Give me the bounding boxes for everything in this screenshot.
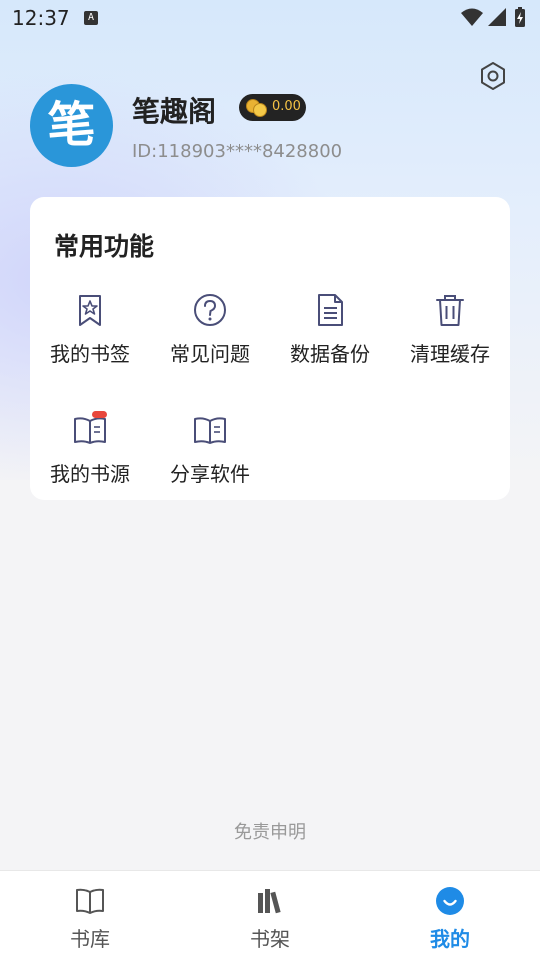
clear-cache-button[interactable]: 清理缓存 (390, 291, 510, 391)
func-label: 我的书签 (50, 342, 130, 366)
open-book-icon (194, 417, 226, 444)
func-label: 我的书源 (50, 462, 130, 486)
wifi-icon (461, 8, 483, 26)
my-bookmarks-button[interactable]: 我的书签 (30, 291, 150, 391)
bottom-nav: 书库 书架 我的 (0, 870, 540, 961)
tab-library[interactable]: 书库 (0, 871, 180, 961)
avatar-logo: 笔 (47, 97, 96, 153)
status-time: 12:37 (12, 6, 70, 30)
status-bar: 12:37 A (0, 0, 540, 36)
tab-label: 书架 (250, 927, 290, 951)
smile-icon (436, 887, 464, 915)
question-circle-icon (194, 294, 226, 326)
signal-icon (488, 8, 506, 26)
document-icon (318, 294, 343, 326)
book-source-icon (74, 411, 107, 444)
bookshelf-icon (258, 889, 281, 914)
share-app-button[interactable]: 分享软件 (150, 411, 270, 511)
coin-badge[interactable]: 0.00 (239, 94, 306, 121)
book-icon (76, 888, 104, 914)
func-label: 清理缓存 (410, 342, 490, 366)
battery-icon (515, 7, 525, 27)
func-label: 分享软件 (170, 462, 250, 486)
common-functions-card: 常用功能 我的书签 常见问题 数据备份 清理缓存 我的书源 分享软件 (30, 197, 510, 500)
coin-amount: 0.00 (272, 99, 301, 114)
trash-icon (436, 295, 464, 326)
bookmark-icon (79, 295, 101, 326)
my-book-sources-button[interactable]: 我的书源 (30, 411, 150, 511)
disclaimer-link[interactable]: 免责申明 (0, 818, 540, 844)
notification-icon: A (84, 11, 98, 25)
username[interactable]: 笔趣阁 (132, 90, 216, 130)
tab-label: 我的 (430, 927, 470, 951)
user-id: ID:118903****8428800 (132, 141, 343, 162)
tab-label: 书库 (70, 927, 110, 951)
faq-button[interactable]: 常见问题 (150, 291, 270, 391)
tab-bookshelf[interactable]: 书架 (180, 871, 360, 961)
status-icons (461, 7, 525, 27)
settings-icon[interactable] (478, 61, 508, 91)
data-backup-button[interactable]: 数据备份 (270, 291, 390, 391)
func-label: 数据备份 (290, 342, 370, 366)
card-title: 常用功能 (54, 232, 155, 261)
avatar[interactable]: 笔 (30, 84, 113, 167)
func-label: 常见问题 (170, 342, 250, 366)
coins-icon (246, 99, 267, 117)
tab-mine[interactable]: 我的 (360, 871, 540, 961)
